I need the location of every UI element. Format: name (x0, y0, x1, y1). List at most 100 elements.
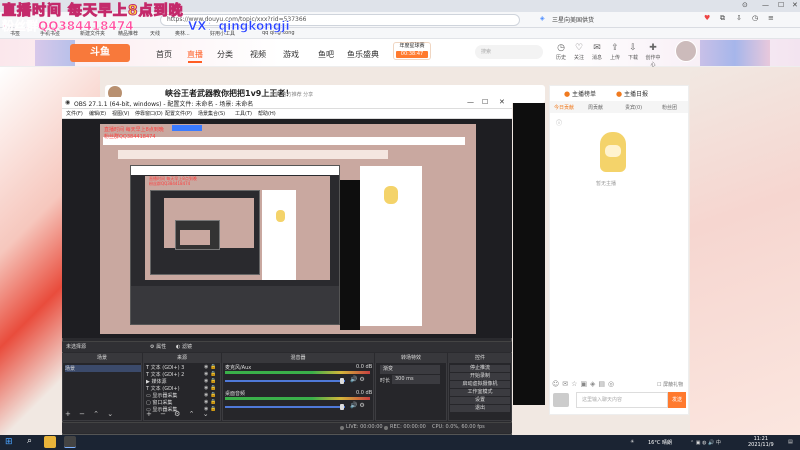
message-icon[interactable]: ✉ 消息 (588, 43, 606, 61)
create-icon[interactable]: ✚ 创作中心 (644, 43, 662, 68)
cpu-usage: CPU: 0.0%, 60.00 fps (432, 424, 485, 430)
extension-icon[interactable]: ⧉ (720, 14, 725, 23)
menu-icon[interactable]: ≡ (768, 14, 774, 22)
volume-knob[interactable] (340, 378, 344, 384)
windows-taskbar (0, 435, 800, 450)
subtab-fans[interactable]: 粉丝团 (662, 104, 677, 111)
upload-icon[interactable]: ⇪ 上传 (606, 43, 624, 61)
file-explorer-icon[interactable] (44, 436, 56, 448)
preview-mascot (384, 186, 398, 204)
weather-text[interactable]: 16°C 晴朗 (648, 439, 672, 446)
notification-icon[interactable]: ▤ (788, 439, 793, 445)
site-logo[interactable]: 斗鱼 (70, 44, 130, 62)
source-item[interactable]: T 文本 (GDI+) (146, 385, 180, 392)
obs-close-icon[interactable]: ✕ (499, 98, 505, 106)
nav-category[interactable]: 分类 (217, 49, 233, 60)
nav-live[interactable]: 直播 (187, 49, 203, 63)
tab-anchor-rank[interactable]: ● 主播榜单 (564, 89, 596, 98)
block-gift-checkbox[interactable]: ☐ 屏蔽礼物 (657, 381, 683, 388)
shield-icon: ◈ (540, 15, 545, 22)
menu-tools[interactable]: 工具(T) (235, 110, 252, 117)
studio-mode-button[interactable]: 工作室模式 (450, 389, 510, 396)
site-search-input[interactable]: 搜索 (475, 45, 543, 59)
source-item[interactable]: T 文本 (GDI+) 3 (146, 364, 184, 371)
menu-profile[interactable]: 配置文件(P) (165, 110, 192, 117)
nested-obs-1-docks (131, 286, 339, 324)
download-icon[interactable]: ⇩ (736, 14, 742, 22)
nav-video[interactable]: 视频 (250, 49, 266, 60)
chat-toolbar[interactable]: ☺✉☆▣◈▤◎ (552, 380, 617, 388)
mixer-channel-name: 麦克风/Aux (225, 365, 252, 371)
nav-home[interactable]: 首页 (156, 49, 172, 60)
pin-icon[interactable]: ⊙ (742, 1, 748, 9)
mute-icon[interactable]: 🔊 ⚙ (350, 376, 365, 383)
obs-menubar (62, 109, 512, 119)
bookmark-item[interactable]: 天线 (150, 30, 160, 37)
mute-icon[interactable]: 🔊 ⚙ (350, 402, 365, 409)
menu-edit[interactable]: 编辑(E) (89, 110, 106, 117)
obs-maximize-icon[interactable]: ☐ (482, 98, 488, 106)
nav-gala[interactable]: 鱼乐盛典 (347, 49, 379, 60)
duration-input[interactable]: 300 ms (392, 375, 440, 384)
start-virtualcam-button[interactable]: 启动虚拟摄像机 (450, 381, 510, 388)
preview-browser-bar (103, 137, 465, 145)
no-source-label: 未选择源 (66, 344, 87, 350)
source-item[interactable]: ▭ 显示器采集 (146, 392, 177, 399)
source-item[interactable]: T 文本 (GDI+) 2 (146, 371, 184, 378)
follow-icon[interactable]: ♡ 关注 (570, 43, 588, 61)
live-indicator-icon (340, 426, 344, 430)
volume-slider[interactable] (225, 406, 345, 408)
maximize-window-icon[interactable]: ☐ (778, 1, 784, 9)
tab-anchor-daily[interactable]: ● 主播日报 (616, 89, 648, 98)
mixer-title: 混音器 (222, 353, 374, 363)
history-icon[interactable]: ◷ (752, 14, 758, 22)
settings-button[interactable]: 设置 (450, 397, 510, 404)
nav-game[interactable]: 游戏 (283, 49, 299, 60)
subtab-today[interactable]: 今日贡献 (554, 104, 574, 111)
stop-stream-button[interactable]: 停止推流 (450, 365, 510, 372)
obs-minimize-icon[interactable]: — (467, 98, 474, 106)
filters-button[interactable]: ◐ 滤镜 (176, 343, 192, 350)
obs-title: OBS 27.1.1 (64-bit, windows) - 配置文件: 未命名… (74, 101, 254, 108)
menu-docks[interactable]: 停靠窗口(D) (135, 110, 163, 117)
menu-help[interactable]: 帮助(H) (258, 110, 276, 117)
windows-start-icon[interactable]: ⊞ (5, 437, 13, 447)
browser-search-box[interactable]: 三星向美国供货 (552, 15, 594, 24)
scenes-controls[interactable]: + − ⌃ ⌄ (65, 410, 116, 418)
start-recording-button[interactable]: 开始录制 (450, 373, 510, 380)
info-icon[interactable]: ⓘ (556, 118, 562, 127)
taskbar-clock[interactable]: 11:21 2021/11/9 (748, 436, 774, 448)
menu-view[interactable]: 视图(V) (112, 110, 129, 117)
heart-icon[interactable]: ♥ (704, 14, 710, 22)
transition-select[interactable]: 渐变 (380, 365, 440, 374)
scene-item[interactable]: 场景 (65, 365, 141, 372)
search-icon[interactable]: ⌕ (27, 436, 32, 446)
volume-knob[interactable] (340, 404, 344, 410)
user-avatar[interactable] (675, 40, 697, 62)
close-window-icon[interactable]: ✕ (792, 1, 798, 9)
nested-chat-panel (262, 190, 296, 280)
video-player[interactable] (513, 103, 545, 405)
visibility-icons[interactable]: ◉ 🔒 ◉ 🔒 ◉ 🔒 ◉ 🔒 ◉ 🔒 ◉ 🔒 ◉ 🔒 (204, 364, 216, 413)
obs-taskbar-icon[interactable] (64, 436, 76, 448)
nav-fishbar[interactable]: 鱼吧 (318, 49, 334, 60)
event-badge[interactable]: 年度星球赛 00:38:47 (393, 42, 431, 60)
chat-input[interactable]: 这里输入聊天内容 (576, 392, 668, 408)
subtab-vip[interactable]: 贵宾(0) (625, 104, 642, 111)
menu-scene-collection[interactable]: 场景集合(S) (198, 110, 225, 117)
volume-slider[interactable] (225, 380, 345, 382)
source-item[interactable]: ▢ 窗口采集 (146, 399, 172, 406)
menu-file[interactable]: 文件(F) (66, 110, 83, 117)
audio-meter (225, 371, 370, 374)
exit-button[interactable]: 退出 (450, 405, 510, 412)
source-item[interactable]: ▶ 媒体源 (146, 378, 166, 385)
minimize-window-icon[interactable]: — (762, 1, 769, 9)
sources-controls[interactable]: + − ⚙ ⌃ ⌄ (146, 410, 212, 418)
subtab-week[interactable]: 周贡献 (588, 104, 603, 111)
mixer-channel-db: 0.0 dB (356, 364, 373, 370)
send-button[interactable]: 发送 (668, 392, 686, 408)
history-icon[interactable]: ◷ 历史 (552, 43, 570, 61)
tray-icons[interactable]: ⌃ ▣ ◍ 🔊 中 (690, 439, 721, 446)
properties-button[interactable]: ⚙ 属性 (150, 343, 166, 350)
download-icon[interactable]: ⇩ 下载 (624, 43, 642, 61)
